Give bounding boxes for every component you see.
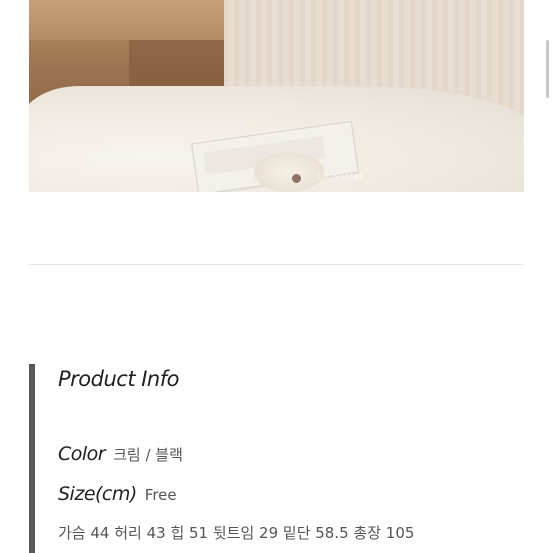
size-label: Size(cm): [58, 483, 137, 505]
scrollbar[interactable]: [546, 40, 549, 98]
photo-flower: [254, 152, 324, 192]
color-value: 크림 / 블랙: [113, 446, 183, 464]
photo-flower-center: [292, 174, 301, 183]
info-accent-bar: [29, 364, 35, 553]
color-label: Color: [58, 443, 106, 465]
product-detail-page: LA.Neutal Product Info Color 크림 / 블랙 Siz…: [0, 0, 553, 553]
photo-watermark: LA.Neutal: [317, 172, 363, 181]
product-photo: LA.Neutal: [29, 0, 524, 192]
measurements-text: 가슴 44 허리 43 힙 51 뒷트임 29 밑단 58.5 총장 105: [58, 524, 415, 542]
photo-nightstand-drawer: [29, 0, 224, 40]
section-divider: [29, 264, 524, 265]
size-value: Free: [144, 486, 177, 504]
product-info-title: Product Info: [58, 367, 179, 391]
size-row: Size(cm) Free: [58, 483, 177, 505]
color-row: Color 크림 / 블랙: [58, 443, 183, 465]
